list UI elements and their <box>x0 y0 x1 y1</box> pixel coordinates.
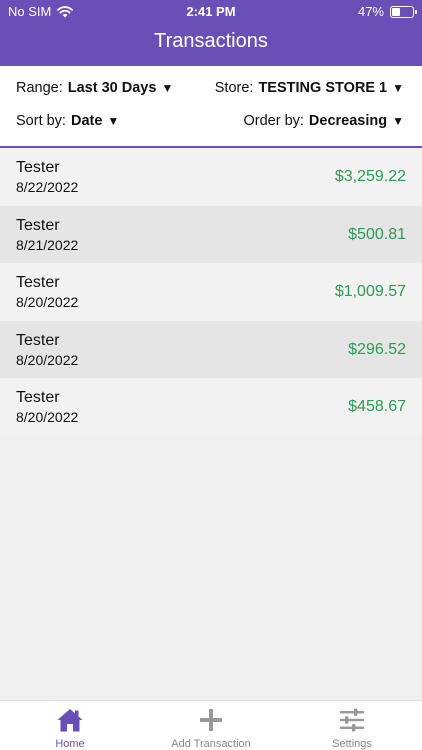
page-title: Transactions <box>154 30 268 52</box>
tab-add-transaction[interactable]: Add Transaction <box>141 701 281 750</box>
store-value: TESTING STORE 1 <box>258 80 388 96</box>
home-icon <box>57 709 83 732</box>
store-label: Store: <box>214 80 254 96</box>
transaction-row[interactable]: Tester 8/22/2022 $3,259.22 <box>0 148 422 206</box>
sort-filter[interactable]: Sort by: Date ▼ <box>16 113 119 129</box>
order-filter[interactable]: Order by: Decreasing ▼ <box>243 113 404 129</box>
transaction-date: 8/20/2022 <box>16 409 79 425</box>
transaction-name: Tester <box>16 331 60 349</box>
transaction-amount: $500.81 <box>348 225 406 243</box>
transaction-row[interactable]: Tester 8/20/2022 $1,009.57 <box>0 263 422 321</box>
chevron-down-icon: ▼ <box>392 81 404 95</box>
range-label: Range: <box>16 80 63 96</box>
transaction-amount: $296.52 <box>348 340 406 358</box>
sort-value: Date <box>70 113 103 129</box>
sliders-icon <box>340 708 364 732</box>
transaction-amount: $458.67 <box>348 398 406 415</box>
transaction-date: 8/22/2022 <box>16 179 79 195</box>
chevron-down-icon: ▼ <box>161 81 174 95</box>
battery-tip <box>415 9 417 14</box>
sort-label: Sort by: <box>16 113 66 129</box>
transaction-row[interactable]: Tester 8/20/2022 $296.52 <box>0 320 422 378</box>
transaction-name: Tester <box>16 216 60 234</box>
transaction-row[interactable]: Tester 8/20/2022 $458.67 <box>0 378 422 436</box>
filter-bar: Range: Last 30 Days ▼ Store: TESTING STO… <box>0 66 422 148</box>
battery-percent: 47% <box>357 4 384 19</box>
transaction-name: Tester <box>16 159 60 176</box>
order-label: Order by: <box>243 113 304 129</box>
tab-settings-label: Settings <box>332 738 372 750</box>
battery-icon <box>390 5 417 18</box>
tab-home-label: Home <box>55 738 85 750</box>
transaction-name: Tester <box>16 274 60 291</box>
transaction-date: 8/21/2022 <box>16 236 79 253</box>
store-filter[interactable]: Store: TESTING STORE 1 ▼ <box>215 80 404 96</box>
range-value: Last 30 Days <box>67 80 157 96</box>
transaction-list: Tester 8/22/2022 $3,259.22 Tester 8/21/2… <box>0 148 422 436</box>
app-header: No SIM 2:41 PM 47% Transactions <box>0 0 422 66</box>
transaction-name: Tester <box>16 389 60 406</box>
tab-add-label: Add Transaction <box>171 738 251 750</box>
order-value: Decreasing <box>308 113 388 129</box>
transaction-date: 8/20/2022 <box>16 351 79 368</box>
status-bar: No SIM 2:41 PM 47% <box>0 0 422 22</box>
transaction-date: 8/20/2022 <box>16 294 79 310</box>
tab-home[interactable]: Home <box>0 701 140 750</box>
tab-bar: Home Add Transaction Settings <box>0 700 422 750</box>
status-right: 47% <box>357 4 417 19</box>
battery-fill <box>392 7 401 16</box>
transaction-row[interactable]: Tester 8/21/2022 $500.81 <box>0 205 422 263</box>
transaction-amount: $3,259.22 <box>334 168 406 185</box>
transaction-amount: $1,009.57 <box>334 283 406 300</box>
range-filter[interactable]: Range: Last 30 Days ▼ <box>16 80 173 96</box>
chevron-down-icon: ▼ <box>392 114 404 128</box>
plus-icon <box>200 709 222 731</box>
chevron-down-icon: ▼ <box>107 114 120 128</box>
tab-settings[interactable]: Settings <box>282 701 422 750</box>
